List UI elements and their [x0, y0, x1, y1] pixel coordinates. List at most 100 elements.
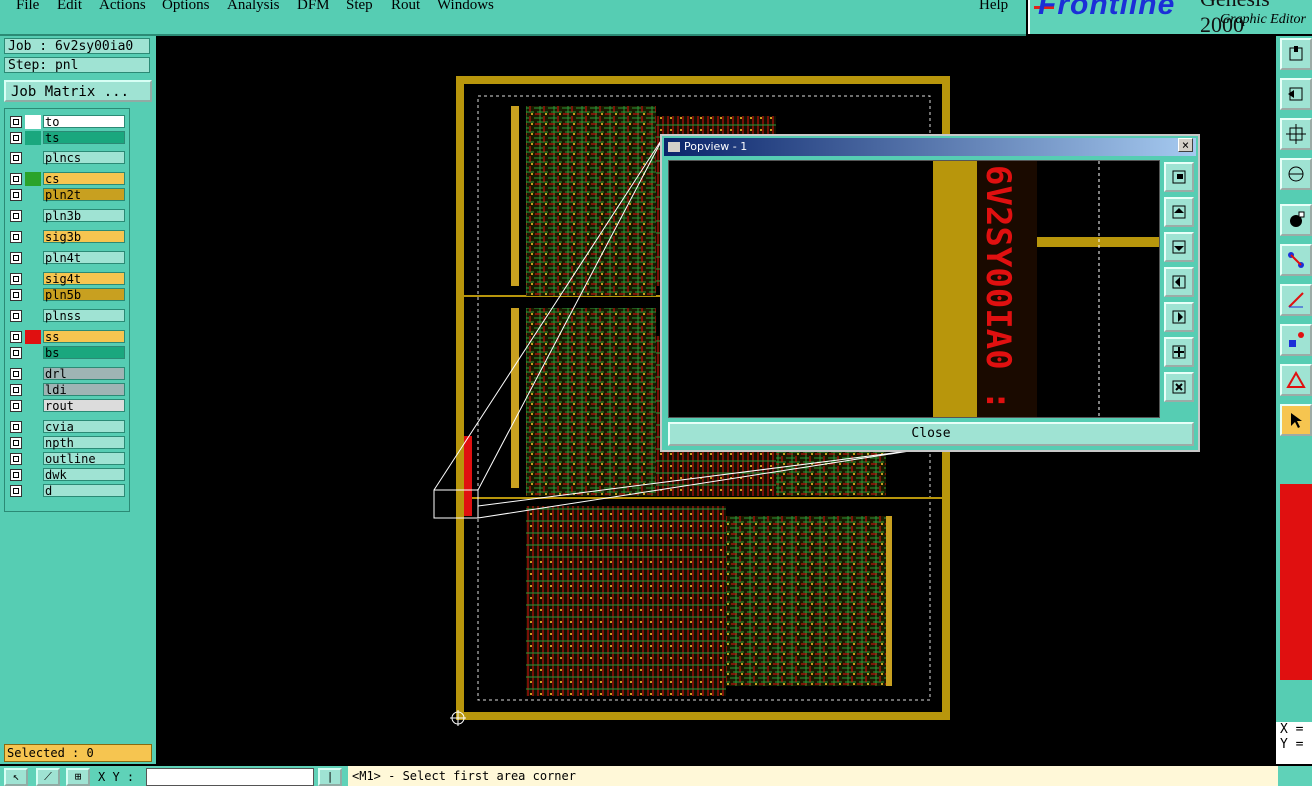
add-line-icon[interactable] — [1280, 284, 1312, 316]
menu-help[interactable]: Help — [979, 0, 1008, 14]
popview-zoom-fit-button[interactable] — [1164, 162, 1194, 192]
net-connect-icon[interactable] — [1280, 244, 1312, 276]
layer-name[interactable]: pln4t — [43, 251, 125, 264]
layer-row-pln3b[interactable]: pln3b — [7, 209, 125, 223]
layer-name[interactable]: npth — [43, 436, 125, 449]
layer-color-swatch[interactable] — [25, 230, 41, 244]
layer-checkbox[interactable] — [10, 400, 22, 412]
layer-color-swatch[interactable] — [25, 367, 41, 381]
add-pad-icon[interactable] — [1280, 324, 1312, 356]
popview-zoom-out-button[interactable] — [1164, 372, 1194, 402]
snap-angle-icon[interactable]: ⟋ — [36, 768, 60, 786]
layer-row-cvia[interactable]: cvia — [7, 420, 125, 434]
layer-row-pln2t[interactable]: pln2t — [7, 188, 125, 202]
layer-name[interactable]: plncs — [43, 151, 125, 164]
layer-row-outline[interactable]: outline — [7, 452, 125, 466]
menu-rout[interactable]: Rout — [391, 0, 420, 14]
layer-name[interactable]: cvia — [43, 420, 125, 433]
layer-color-swatch[interactable] — [25, 309, 41, 323]
layer-row-ss[interactable]: ss — [7, 330, 125, 344]
layer-row-ldi[interactable]: ldi — [7, 383, 125, 397]
layer-name[interactable]: plnss — [43, 309, 125, 322]
menu-dfm[interactable]: DFM — [297, 0, 330, 14]
menu-analysis[interactable]: Analysis — [227, 0, 280, 14]
measure-icon[interactable] — [1280, 158, 1312, 190]
layer-name[interactable]: ldi — [43, 383, 125, 396]
popview-titlebar[interactable]: Popview - 1 — [664, 138, 1196, 156]
zoom-back-icon[interactable] — [1280, 78, 1312, 110]
layer-checkbox[interactable] — [10, 116, 22, 128]
layer-checkbox[interactable] — [10, 384, 22, 396]
layer-name[interactable]: d — [43, 484, 125, 497]
layer-name[interactable]: pln3b — [43, 209, 125, 222]
popview-window[interactable]: Popview - 1 × 6V2SY00IA0 : 0ACEP5 Close — [660, 134, 1200, 452]
select-object-icon[interactable] — [1280, 204, 1312, 236]
layer-name[interactable]: pln2t — [43, 188, 125, 201]
zoom-extent-icon[interactable] — [1280, 118, 1312, 150]
input-mode-icon[interactable]: | — [318, 768, 342, 786]
pointer-icon[interactable] — [1280, 404, 1312, 436]
layer-checkbox[interactable] — [10, 173, 22, 185]
xy-input[interactable] — [146, 768, 314, 786]
layer-checkbox[interactable] — [10, 469, 22, 481]
layer-color-swatch[interactable] — [25, 383, 41, 397]
layer-row-pln4t[interactable]: pln4t — [7, 251, 125, 265]
layer-color-swatch[interactable] — [25, 288, 41, 302]
layer-checkbox[interactable] — [10, 231, 22, 243]
layer-checkbox[interactable] — [10, 368, 22, 380]
grid-icon[interactable]: ⊞ — [66, 768, 90, 786]
layer-name[interactable]: dwk — [43, 468, 125, 481]
layer-row-dwk[interactable]: dwk — [7, 468, 125, 482]
popview-viewport[interactable]: 6V2SY00IA0 : 0ACEP5 — [668, 160, 1160, 418]
layer-row-cs[interactable]: cs — [7, 172, 125, 186]
layer-checkbox[interactable] — [10, 485, 22, 497]
layer-checkbox[interactable] — [10, 289, 22, 301]
layer-color-swatch[interactable] — [25, 209, 41, 223]
layer-row-ts[interactable]: ts — [7, 131, 125, 145]
layer-checkbox[interactable] — [10, 310, 22, 322]
layer-color-swatch[interactable] — [25, 436, 41, 450]
popview-pan-left-button[interactable] — [1164, 267, 1194, 297]
layer-row-plnss[interactable]: plnss — [7, 309, 125, 323]
menu-step[interactable]: Step — [346, 0, 373, 14]
layer-name[interactable]: cs — [43, 172, 125, 185]
menu-actions[interactable]: Actions — [99, 0, 146, 14]
layer-checkbox[interactable] — [10, 132, 22, 144]
layer-color-swatch[interactable] — [25, 420, 41, 434]
layer-row-sig3b[interactable]: sig3b — [7, 230, 125, 244]
layer-row-plncs[interactable]: plncs — [7, 151, 125, 165]
layer-checkbox[interactable] — [10, 189, 22, 201]
menu-edit[interactable]: Edit — [57, 0, 82, 14]
add-shape-icon[interactable] — [1280, 364, 1312, 396]
layer-color-swatch[interactable] — [25, 272, 41, 286]
menu-options[interactable]: Options — [162, 0, 210, 14]
popview-zoom-in-button[interactable] — [1164, 337, 1194, 367]
layer-checkbox[interactable] — [10, 421, 22, 433]
layer-row-rout[interactable]: rout — [7, 399, 125, 413]
layer-color-swatch[interactable] — [25, 484, 41, 498]
menu-windows[interactable]: Windows — [437, 0, 494, 14]
menu-file[interactable]: File — [16, 0, 39, 14]
snap-icon[interactable]: ↖ — [4, 768, 28, 786]
layer-color-swatch[interactable] — [25, 115, 41, 129]
popview-pan-up-button[interactable] — [1164, 197, 1194, 227]
layer-color-swatch[interactable] — [25, 172, 41, 186]
job-matrix-button[interactable]: Job Matrix ... — [4, 80, 152, 102]
layer-row-sig4t[interactable]: sig4t — [7, 272, 125, 286]
layer-checkbox[interactable] — [10, 152, 22, 164]
layer-row-pln5b[interactable]: pln5b — [7, 288, 125, 302]
popview-pan-down-button[interactable] — [1164, 232, 1194, 262]
layer-color-swatch[interactable] — [25, 151, 41, 165]
layer-name[interactable]: to — [43, 115, 125, 128]
layer-color-swatch[interactable] — [25, 346, 41, 360]
layer-checkbox[interactable] — [10, 210, 22, 222]
layer-color-swatch[interactable] — [25, 399, 41, 413]
layer-name[interactable]: bs — [43, 346, 125, 359]
layer-name[interactable]: rout — [43, 399, 125, 412]
layer-name[interactable]: outline — [43, 452, 125, 465]
layer-color-swatch[interactable] — [25, 330, 41, 344]
layer-checkbox[interactable] — [10, 347, 22, 359]
popview-close-button[interactable]: Close — [668, 422, 1194, 446]
layer-checkbox[interactable] — [10, 252, 22, 264]
layer-name[interactable]: drl — [43, 367, 125, 380]
